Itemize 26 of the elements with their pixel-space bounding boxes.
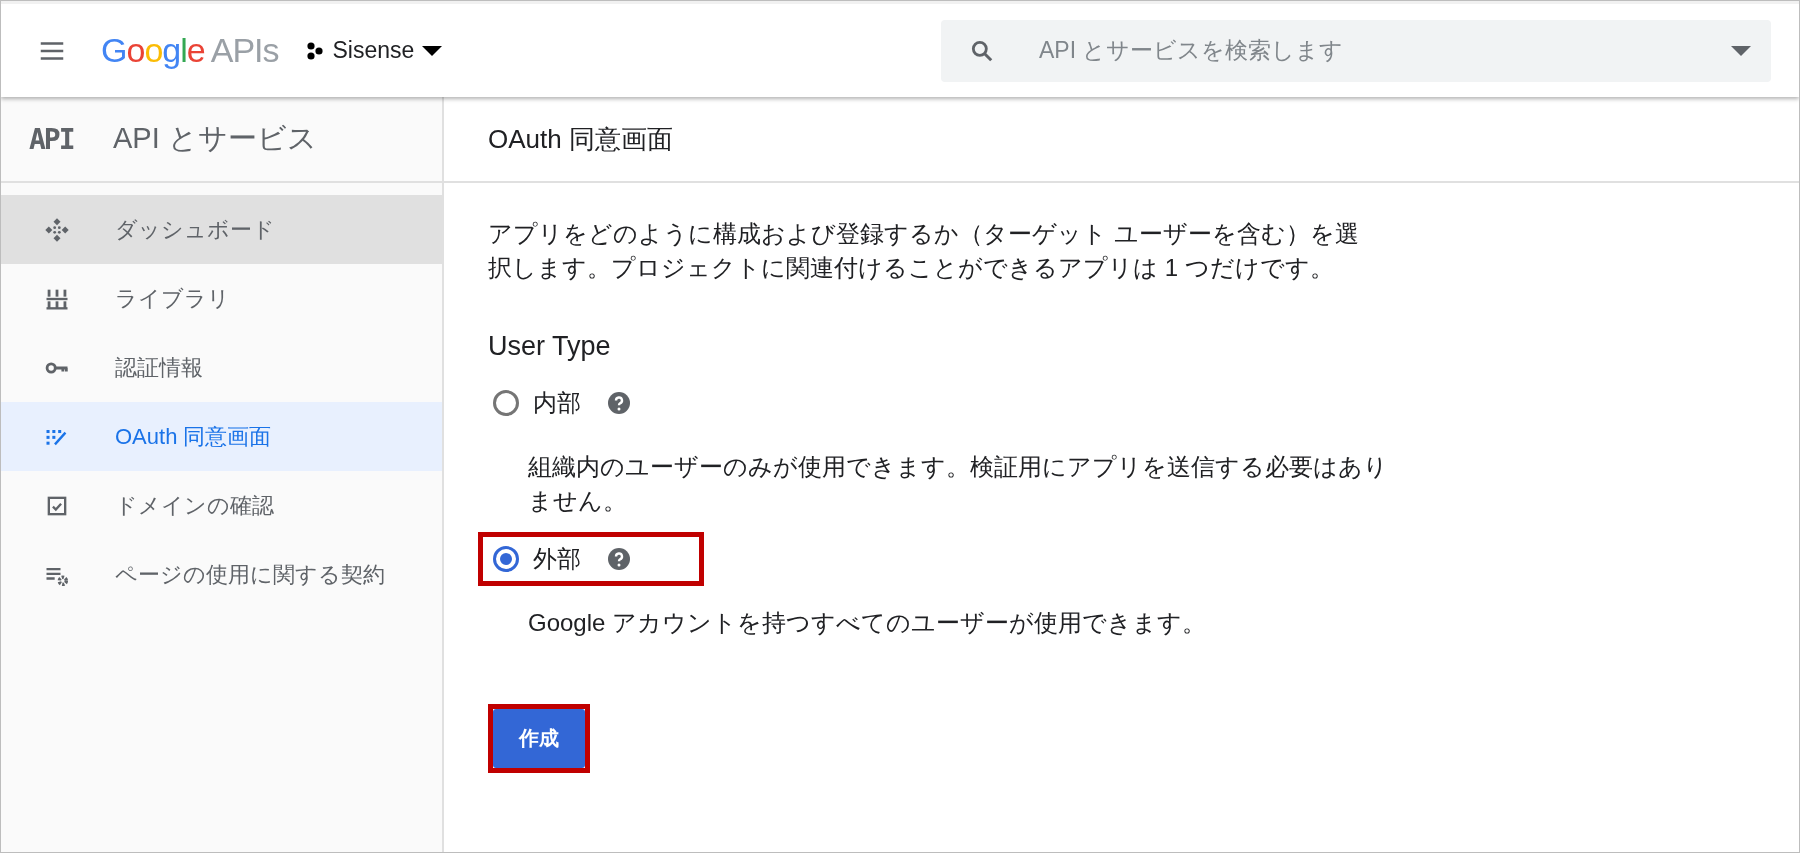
sidebar-item[interactable]: ドメインの確認 [1,471,442,540]
search-field[interactable]: API とサービスを検索します [941,19,1771,82]
radio-label: 内部 [533,388,581,418]
sidebar-item[interactable]: 認証情報 [1,333,442,402]
api-logo: API [29,122,75,156]
sidebar-item[interactable]: OAuth 同意画面 [1,402,442,471]
sidebar-title: API とサービス [113,121,317,156]
sidebar-item[interactable]: ページの使用に関する契約 [1,540,442,609]
page-title: OAuth 同意画面 [488,122,673,156]
project-selector[interactable]: Sisense [300,33,447,68]
caret-icon [422,45,443,56]
radio-button[interactable] [493,546,519,572]
sidebar-item[interactable]: ダッシュボード [1,195,442,264]
section-title: User Type [488,331,612,362]
caret-icon[interactable] [1731,45,1751,56]
help-icon[interactable] [607,547,631,571]
radio-label: 外部 [533,544,581,574]
hexagons-icon [304,40,325,61]
option-description: 組織内のユーザーのみが使用できます。検証用にアプリを送信する必要はありません。 [528,452,1388,516]
sidebar-item[interactable]: ライブラリ [1,264,442,333]
option-description: Google アカウントを持つすべてのユーザーが使用できます。 [528,608,1208,638]
google-apis-logo[interactable]: Google APIs [101,31,279,70]
radio-button[interactable] [493,390,519,416]
intro-text: アプリをどのように構成および登録するか（ターゲット ユーザーを含む）を選択します。プロジェクトに関連付けることができるアプリは 1 つだけです。 [488,219,1360,283]
help-icon[interactable] [607,391,631,415]
create-button[interactable]: 作成 [493,709,585,768]
